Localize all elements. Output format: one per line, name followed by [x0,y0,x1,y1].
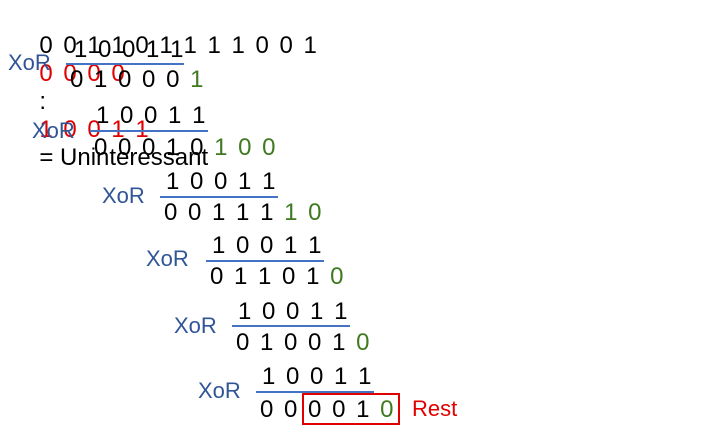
division-line [160,196,278,198]
xor-label: XoR [102,183,145,208]
division-line [232,325,350,327]
divisor-row: 1 0 0 1 1 [166,168,278,195]
xor-label: XoR [8,50,51,75]
rest-label: Rest [412,396,458,421]
xor-result-row: 0 1 0 0 1 0 [236,329,371,357]
xor-label: XoR [32,118,75,143]
divisor-row: 1 0 0 1 1 [96,102,208,129]
xor-result: 0 1 0 0 0 [70,66,182,93]
xor-result: 0 0 1 1 1 [164,199,276,226]
brought-down-bits: 0 [356,329,372,356]
xor-result-row: 0 1 1 0 1 0 [210,263,345,291]
divisor-row: 1 0 0 1 1 [212,232,324,259]
brought-down-bits: 1 0 [284,199,324,226]
brought-down-bits: 1 0 0 [214,134,278,161]
xor-result: 0 0 0 1 0 [94,134,206,161]
divisor-row: 1 0 0 1 1 [74,36,186,63]
division-colon: : [39,88,49,115]
xor-result: 0 1 0 0 1 [236,329,348,356]
divisor-row: 1 0 0 1 1 [238,298,350,325]
xor-result-row: 0 0 1 1 1 1 0 [164,199,323,227]
xor-label: XoR [174,313,217,338]
division-line [66,63,184,65]
divisor-row: 1 0 0 1 1 [262,363,374,390]
xor-label: XoR [146,246,189,271]
xor-result: 0 1 1 0 1 [210,263,322,290]
xor-label: XoR [198,378,241,403]
remainder-box [302,393,400,425]
xor-result-row: 0 0 0 1 0 1 0 0 [94,134,277,162]
brought-down-bits: 0 [330,263,346,290]
brought-down-bits: 1 [190,66,206,93]
xor-result-row: 0 1 0 0 0 1 [70,66,205,94]
xor-result-lead: 0 0 [260,396,300,423]
division-line [90,130,208,132]
division-line [206,260,324,262]
